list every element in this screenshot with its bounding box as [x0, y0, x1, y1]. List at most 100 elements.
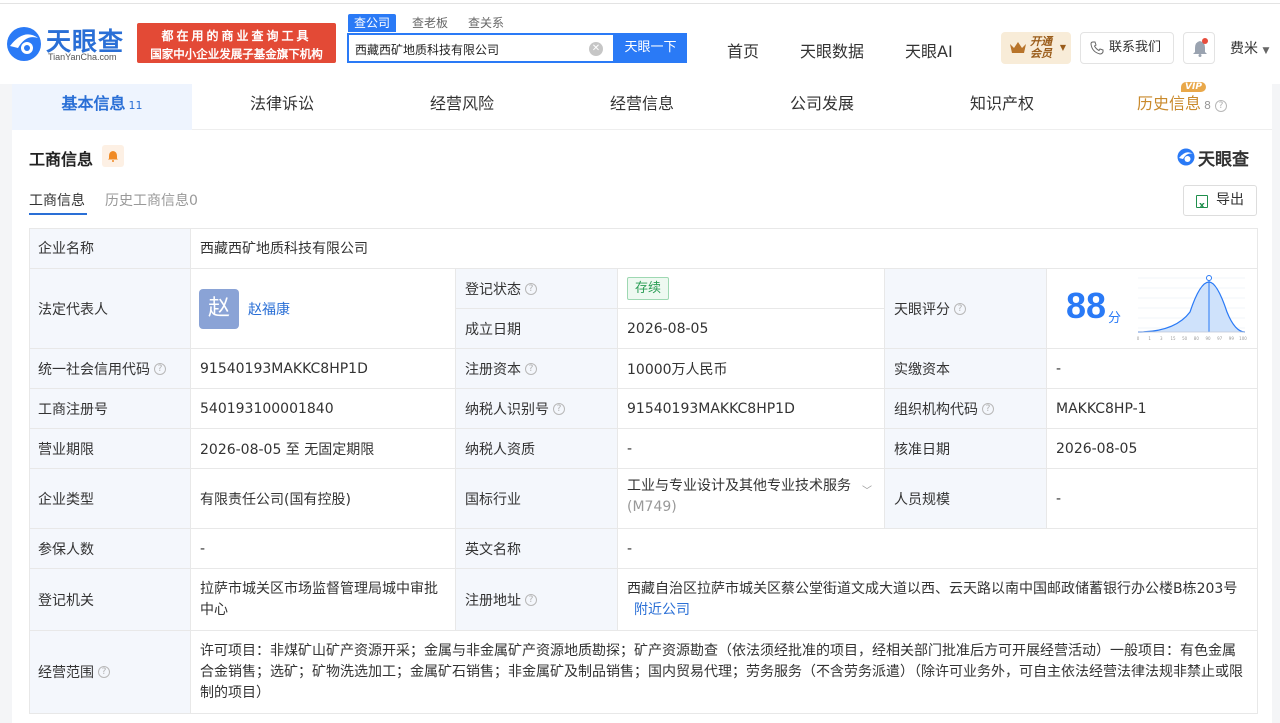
help-icon: ?: [1215, 100, 1227, 112]
industry-name: 工业与专业设计及其他专业技术服务: [627, 478, 851, 494]
reg-address: 西藏自治区拉萨市城关区蔡公堂街道文成大道以西、云天路以南中国邮政储蓄银行办公楼B…: [627, 580, 1238, 597]
tick-label: 100: [1239, 336, 1247, 341]
label-credit-code: 统一社会信用代码?: [29, 349, 191, 389]
tab-risk[interactable]: 经营风险: [372, 84, 552, 130]
label-taxpayer-id: 纳税人识别号?: [456, 389, 618, 429]
reg-address-cell: 西藏自治区拉萨市城关区蔡公堂街道文成大道以西、云天路以南中国邮政储蓄银行办公楼B…: [618, 569, 1258, 631]
chevron-down-icon: ▼: [1059, 43, 1066, 52]
logo-domain: TianYanCha.com: [48, 52, 117, 62]
user-name: 费米: [1230, 41, 1258, 57]
monitor-button[interactable]: [102, 145, 124, 167]
tick-label: 97: [1217, 336, 1223, 341]
section-tabs: 基本信息 11 法律诉讼 经营风险 经营信息 公司发展 知识产权 历史信息 8?: [12, 84, 1272, 130]
label-approve-date: 核准日期: [885, 429, 1047, 469]
help-icon[interactable]: ?: [525, 362, 537, 375]
export-label: 导出: [1216, 192, 1244, 208]
label-scope: 经营范围?: [29, 631, 191, 714]
nearby-companies-link[interactable]: 附近公司: [627, 600, 690, 621]
label-company-name: 企业名称: [29, 228, 191, 269]
help-icon[interactable]: ?: [525, 593, 537, 606]
chevron-down-icon[interactable]: ﹀: [862, 482, 872, 497]
promo-line2: 国家中小企业发展子基金旗下机构: [150, 47, 323, 61]
tick-label: 50: [1182, 336, 1188, 341]
tab-basic-info[interactable]: 基本信息 11: [12, 84, 192, 130]
founded-date: 2026-08-05: [618, 309, 885, 349]
staff-size: -: [1047, 469, 1258, 529]
vip-line2: 会员: [1030, 47, 1052, 60]
tab-count: 8: [1204, 99, 1211, 112]
credit-code: 91540193MAKKC8HP1D: [191, 349, 456, 389]
paid-capital: -: [1047, 349, 1258, 389]
redaction-overlay: [1000, 670, 1258, 702]
nav-ai[interactable]: 天眼AI: [905, 38, 953, 62]
tick-label: 90: [1205, 336, 1211, 341]
help-icon[interactable]: ?: [553, 402, 565, 415]
promo-banner[interactable]: 都在用的商业查询工具 国家中小企业发展子基金旗下机构: [137, 23, 336, 63]
phone-icon: [1090, 41, 1104, 55]
tab-ip[interactable]: 知识产权: [912, 84, 1092, 130]
section-title: 工商信息: [29, 150, 94, 169]
help-icon[interactable]: ?: [98, 666, 110, 678]
help-icon[interactable]: ?: [154, 362, 166, 375]
chevron-down-icon: ▼: [1262, 46, 1270, 56]
tab-label: 基本信息: [61, 94, 126, 113]
contact-label: 联系我们: [1109, 40, 1162, 55]
search-tab-company[interactable]: 查公司: [348, 14, 397, 32]
logo-eye-icon: [7, 27, 41, 61]
top-bar: 天眼查 TianYanCha.com 都在用的商业查询工具 国家中小企业发展子基…: [0, 0, 1280, 84]
label-score: 天眼评分?: [885, 269, 1047, 349]
tab-operation[interactable]: 经营信息: [552, 84, 732, 130]
contact-button[interactable]: 联系我们: [1080, 32, 1174, 64]
open-vip-button[interactable]: 开通 会员 ▼: [1001, 32, 1071, 64]
industry-cell[interactable]: 工业与专业设计及其他专业技术服务 (M749): [618, 469, 885, 529]
nav-home[interactable]: 首页: [727, 38, 759, 62]
label-english-name: 英文名称: [456, 529, 618, 569]
notification-button[interactable]: [1183, 32, 1215, 64]
score-value: 88: [1066, 285, 1107, 326]
score-unit: 分: [1108, 311, 1122, 326]
label-paid-capital: 实缴资本: [885, 349, 1047, 389]
label-text: 组织机构代码: [894, 401, 978, 418]
label-text: 注册资本: [465, 361, 521, 378]
reg-capital: 10000万人民币: [618, 349, 885, 389]
help-icon[interactable]: ?: [982, 402, 994, 415]
label-taxpayer-qual: 纳税人资质: [456, 429, 618, 469]
help-icon[interactable]: ?: [954, 302, 966, 315]
taxpayer-id: 91540193MAKKC8HP1D: [618, 389, 885, 429]
label-reg-status: 登记状态?: [456, 269, 618, 309]
label-text: 纳税人识别号: [465, 401, 549, 418]
business-term: 2026-08-05 至 无固定期限: [191, 429, 456, 469]
label-founded: 成立日期: [456, 309, 618, 349]
search-button[interactable]: 天眼一下: [614, 33, 687, 63]
label-biz-reg-no: 工商注册号: [29, 389, 191, 429]
reg-authority: 拉萨市城关区市场监督管理局城中审批中心: [191, 569, 456, 631]
label-type: 企业类型: [29, 469, 191, 529]
search-input[interactable]: [355, 39, 585, 59]
tab-development[interactable]: 公司发展: [732, 84, 912, 130]
label-text: 天眼评分: [894, 301, 950, 318]
export-button[interactable]: 导出: [1183, 185, 1257, 221]
label-org-code: 组织机构代码?: [885, 389, 1047, 429]
user-menu[interactable]: 费米 ▼: [1230, 38, 1269, 58]
nav-data[interactable]: 天眼数据: [800, 38, 864, 62]
promo-line1: 都在用的商业查询工具: [161, 29, 312, 43]
legal-rep-link[interactable]: 赵福康: [248, 299, 290, 319]
clear-icon[interactable]: ✕: [589, 42, 603, 56]
label-term: 营业期限: [29, 429, 191, 469]
tab-legal[interactable]: 法律诉讼: [192, 84, 372, 130]
help-icon[interactable]: ?: [525, 282, 537, 295]
subtab-history-business-info[interactable]: 历史工商信息0: [105, 190, 198, 210]
search-tab-boss[interactable]: 查老板: [412, 14, 448, 32]
industry-code: (M749): [627, 499, 677, 515]
site-logo[interactable]: 天眼查 TianYanCha.com: [4, 22, 130, 66]
insured-count: -: [191, 529, 456, 569]
search-tab-relation[interactable]: 查关系: [468, 14, 504, 32]
subtab-business-info[interactable]: 工商信息: [29, 190, 85, 210]
tick-label: 99: [1229, 336, 1235, 341]
label-text: 注册地址: [465, 592, 521, 609]
divider: [0, 3, 1280, 4]
vip-badge: VIP: [1181, 82, 1206, 92]
label-legal-rep: 法定代表人: [29, 269, 191, 349]
brand-watermark-logo: 天眼查: [1176, 145, 1260, 170]
company-type: 有限责任公司(国有控股): [191, 469, 456, 529]
